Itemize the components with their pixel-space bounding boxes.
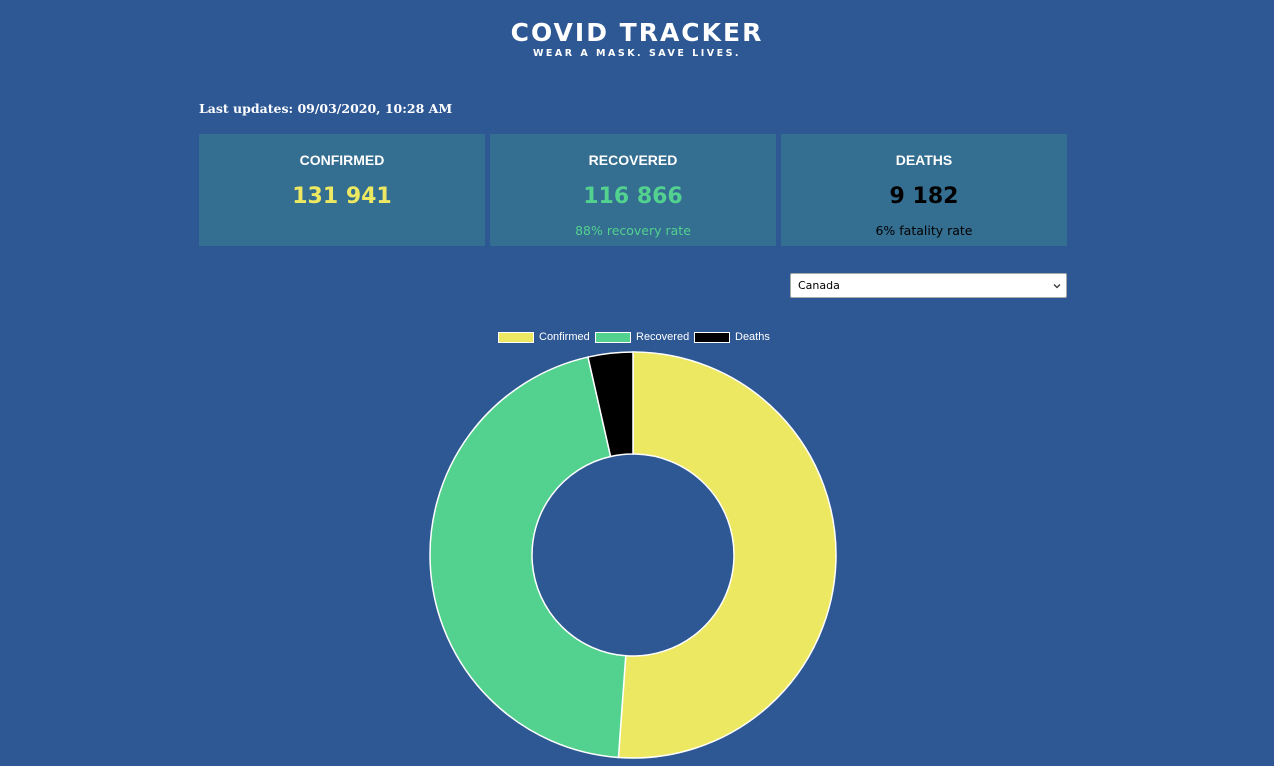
recovered-title: RECOVERED bbox=[588, 152, 678, 168]
legend-label-recovered: Recovered bbox=[636, 331, 690, 343]
legend-label-deaths: Deaths bbox=[735, 331, 770, 343]
recovery-rate: 88% recovery rate bbox=[575, 223, 691, 238]
confirmed-card: CONFIRMED 131 941 bbox=[199, 134, 485, 246]
chart-legend: Confirmed Recovered Deaths bbox=[0, 331, 1274, 345]
recovered-value: 116 866 bbox=[583, 184, 683, 209]
legend-swatch-recovered bbox=[595, 332, 631, 343]
last-updated-text: Last updates: 09/03/2020, 10:28 AM bbox=[199, 101, 453, 116]
donut-slice-recovered[interactable] bbox=[429, 356, 627, 759]
chevron-down-icon bbox=[1053, 284, 1061, 289]
app-header: COVID TRACKER WEAR A MASK. SAVE LIVES. bbox=[0, 18, 1274, 60]
legend-label-confirmed: Confirmed bbox=[539, 331, 590, 343]
confirmed-value: 131 941 bbox=[292, 184, 392, 209]
donut-chart bbox=[429, 351, 837, 759]
recovered-card: RECOVERED 116 866 88% recovery rate bbox=[490, 134, 776, 246]
donut-slice-confirmed[interactable] bbox=[617, 351, 837, 759]
fatality-rate: 6% fatality rate bbox=[875, 223, 973, 238]
legend-swatch-confirmed bbox=[498, 332, 534, 343]
app-title: COVID TRACKER bbox=[510, 18, 764, 47]
confirmed-title: CONFIRMED bbox=[299, 152, 385, 168]
deaths-value: 9 182 bbox=[889, 184, 959, 209]
app-tagline: WEAR A MASK. SAVE LIVES. bbox=[532, 48, 742, 59]
deaths-card: DEATHS 9 182 6% fatality rate bbox=[781, 134, 1067, 246]
country-select[interactable]: Canada bbox=[790, 273, 1067, 298]
deaths-title: DEATHS bbox=[895, 152, 953, 168]
stats-cards: CONFIRMED 131 941 RECOVERED 116 866 88% … bbox=[199, 134, 1067, 246]
legend-swatch-deaths bbox=[694, 332, 730, 343]
country-select-value: Canada bbox=[798, 279, 840, 292]
